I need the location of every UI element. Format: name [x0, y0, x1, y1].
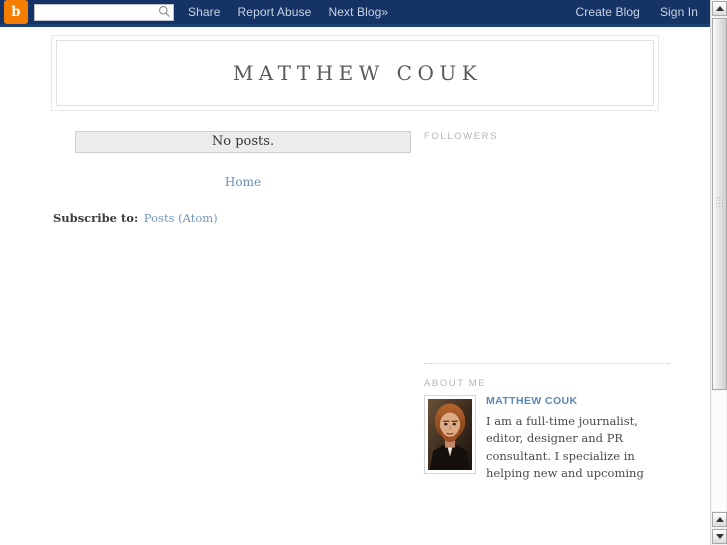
scrollbar-grip-icon — [716, 197, 725, 208]
navbar-right-links: Create Blog Sign In — [575, 5, 710, 19]
avatar-photo — [428, 399, 472, 470]
blogger-logo-letter: b — [11, 4, 21, 20]
avatar[interactable] — [424, 395, 476, 474]
followers-widget-title: FOLLOWERS — [424, 131, 499, 142]
scrollbar-thumb[interactable] — [712, 18, 727, 390]
nav-link-sign-in[interactable]: Sign In — [660, 5, 698, 19]
chevron-down-icon — [715, 534, 724, 539]
nav-link-report-abuse[interactable]: Report Abuse — [238, 5, 312, 19]
nav-link-next-blog[interactable]: Next Blog» — [328, 5, 388, 19]
nav-link-create-blog[interactable]: Create Blog — [575, 5, 639, 19]
scrollbar-up-button[interactable] — [712, 1, 727, 16]
scrollbar-track[interactable] — [712, 391, 726, 511]
about-me-text: MATTHEW COUK I am a full-time journalist… — [486, 395, 670, 482]
blogger-navbar: b Share Report Abuse Next Blog» Create B… — [0, 0, 710, 27]
followers-widget: FOLLOWERS — [424, 131, 670, 363]
status-message: No posts. — [75, 131, 411, 153]
navbar-links: Share Report Abuse Next Blog» — [188, 5, 388, 19]
sidebar: FOLLOWERS ABOUT ME MATTHEW COUK I am a f… — [420, 131, 710, 482]
profile-bio: I am a full-time journalist, editor, des… — [486, 414, 644, 480]
pager-home-link[interactable]: Home — [225, 175, 261, 189]
chevron-up-icon — [715, 6, 724, 11]
about-me-body: MATTHEW COUK I am a full-time journalist… — [424, 395, 670, 482]
nav-link-share[interactable]: Share — [188, 5, 221, 19]
chevron-up-icon-bottom — [715, 517, 724, 522]
scrollbar-up-button-bottom[interactable] — [712, 512, 727, 527]
search-box[interactable] — [34, 3, 174, 22]
page-title[interactable]: MATTHEW COUK — [228, 61, 482, 85]
profile-name-link[interactable]: MATTHEW COUK — [486, 395, 670, 407]
followers-widget-body — [424, 146, 670, 346]
scrollbar-down-button[interactable] — [712, 529, 727, 544]
blogger-logo[interactable]: b — [4, 0, 28, 24]
widget-separator — [424, 363, 670, 364]
blog-content: MATTHEW COUK No posts. Home Subscribe to… — [0, 30, 710, 545]
blog-header-inner: MATTHEW COUK — [56, 40, 654, 106]
about-me-widget: ABOUT ME MATTHEW COUK I am a full-time j… — [424, 378, 670, 482]
main-column: No posts. Home Subscribe to: Posts (Atom… — [0, 131, 420, 482]
content-columns: No posts. Home Subscribe to: Posts (Atom… — [0, 131, 710, 482]
blog-header: MATTHEW COUK — [51, 35, 659, 111]
about-me-widget-title: ABOUT ME — [424, 378, 487, 389]
subscribe-label: Subscribe to: — [53, 211, 139, 225]
navbar-inner: b Share Report Abuse Next Blog» Create B… — [0, 0, 710, 24]
blog-pager: Home — [75, 173, 411, 191]
vertical-scrollbar[interactable] — [710, 0, 727, 545]
search-input[interactable] — [34, 4, 174, 22]
subscribe-line: Subscribe to: Posts (Atom) — [53, 211, 420, 225]
subscribe-posts-atom-link[interactable]: Posts (Atom) — [144, 211, 218, 225]
